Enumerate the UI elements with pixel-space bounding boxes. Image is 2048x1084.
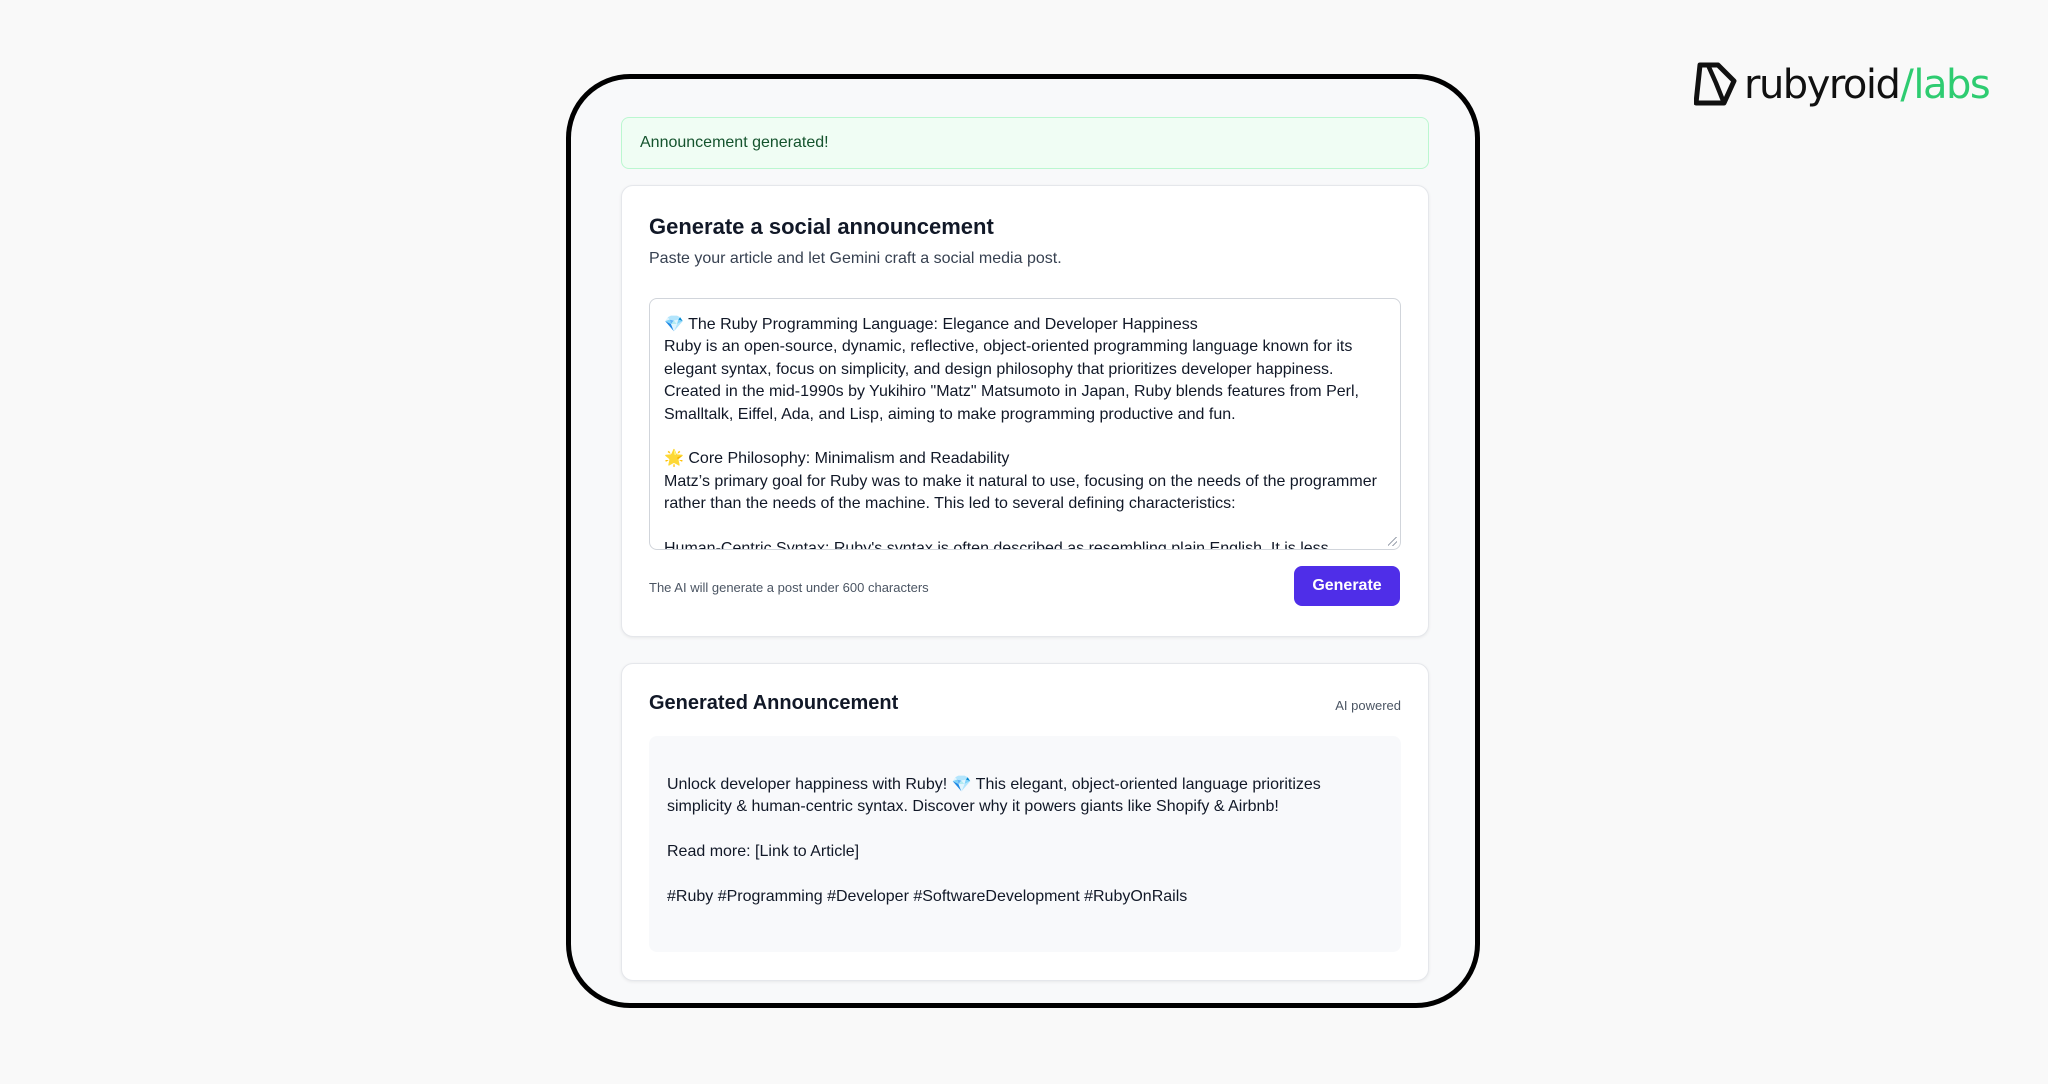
logo-name-main: rubyroid xyxy=(1744,62,1901,108)
article-text[interactable]: 💎 The Ruby Programming Language: Eleganc… xyxy=(650,299,1400,549)
announcement-text: Unlock developer happiness with Ruby! 💎 … xyxy=(667,776,1321,906)
device-frame: Announcement generated! Generate a socia… xyxy=(566,74,1480,1008)
logo-name-accent: labs xyxy=(1913,62,1990,108)
resize-handle-icon[interactable] xyxy=(1388,537,1397,546)
output-card: Generated Announcement AI powered Unlock… xyxy=(621,663,1429,981)
generator-title: Generate a social announcement xyxy=(649,214,994,239)
output-title: Generated Announcement xyxy=(649,692,899,714)
logo-name-separator: / xyxy=(1900,62,1913,108)
rubyroid-gem-icon xyxy=(1694,62,1737,106)
generator-card: Generate a social announcement Paste you… xyxy=(621,185,1429,637)
logo-wordmark: rubyroid/labs xyxy=(1744,62,1991,108)
generate-button[interactable]: Generate xyxy=(1294,566,1400,606)
announcement-output-box: Unlock developer happiness with Ruby! 💎 … xyxy=(649,736,1401,952)
success-alert: Announcement generated! xyxy=(621,117,1429,169)
article-textarea[interactable]: 💎 The Ruby Programming Language: Eleganc… xyxy=(649,298,1401,550)
character-limit-hint: The AI will generate a post under 600 ch… xyxy=(649,580,929,595)
ai-powered-badge: AI powered xyxy=(1335,698,1401,713)
generator-subtitle: Paste your article and let Gemini craft … xyxy=(649,250,1062,267)
rubyroid-labs-logo: rubyroid/labs xyxy=(1694,58,1991,110)
